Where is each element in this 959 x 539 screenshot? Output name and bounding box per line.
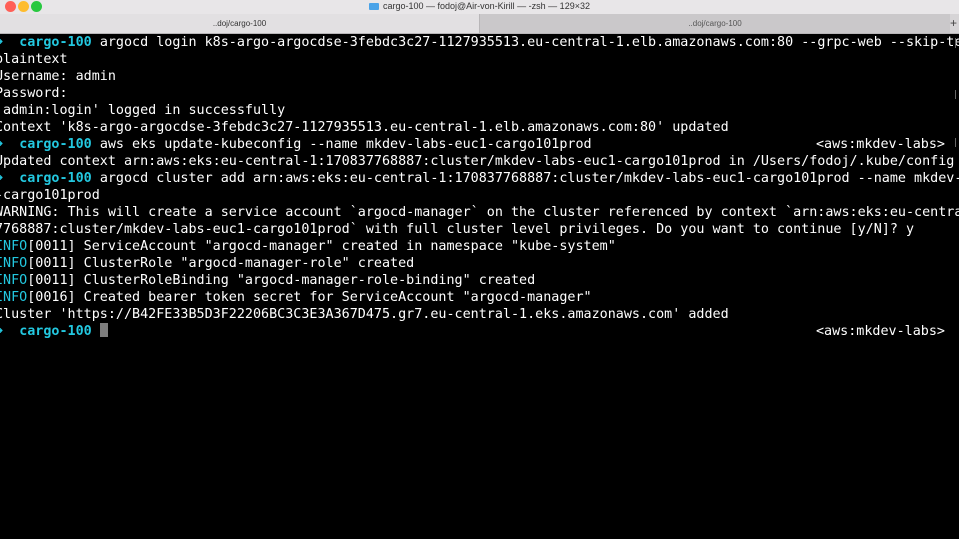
log-text: [0011] ClusterRole "argocd-manager-role"… bbox=[27, 256, 415, 271]
right-prompt: <aws:mkdev-labs> bbox=[816, 137, 945, 152]
terminal-line: WARNING: This will create a service acco… bbox=[0, 205, 959, 220]
terminal-line: 'admin:login' logged in successfully bbox=[0, 103, 286, 118]
info-tag: INFO bbox=[0, 273, 28, 288]
command-text: argocd cluster add arn:aws:eks:eu-centra… bbox=[99, 171, 959, 186]
terminal-line: ➜ cargo-100 bbox=[0, 323, 108, 340]
prompt-arrow-icon: ➜ bbox=[0, 137, 3, 152]
scroll-marker bbox=[955, 90, 956, 99]
tab-2[interactable]: ..doj/cargo-100 bbox=[479, 14, 950, 33]
terminal-output[interactable]: ➜ cargo-100 argocd login k8s-argo-argocd… bbox=[0, 34, 959, 539]
terminal-line: ➜ cargo-100 argocd cluster add arn:aws:e… bbox=[0, 170, 959, 187]
prompt-arrow-icon: ➜ bbox=[0, 171, 3, 186]
scroll-marker bbox=[955, 38, 956, 48]
folder-icon bbox=[369, 3, 379, 10]
terminal-line: Username: admin bbox=[0, 69, 116, 84]
window-title: cargo-100 — fodoj@Air-von-Kirill — -zsh … bbox=[383, 1, 590, 11]
window-title-container: cargo-100 — fodoj@Air-von-Kirill — -zsh … bbox=[0, 0, 959, 14]
right-prompt: <aws:mkdev-labs> bbox=[816, 324, 945, 339]
tab-bar: ..doj/cargo-100 ..doj/cargo-100 + bbox=[0, 14, 959, 34]
log-text: [0011] ClusterRoleBinding "argocd-manage… bbox=[27, 273, 536, 288]
terminal-line: Password: bbox=[0, 86, 68, 101]
info-tag: INFO bbox=[0, 256, 28, 271]
terminal-line: 7768887:cluster/mkdev-labs-euc1-cargo101… bbox=[0, 222, 915, 237]
terminal-line: Cluster 'https://B42FE33B5D3F22206BC3C3E… bbox=[0, 307, 729, 322]
terminal-line: Updated context arn:aws:eks:eu-central-1… bbox=[0, 154, 955, 169]
terminal-line: ➜ cargo-100 argocd login k8s-argo-argocd… bbox=[0, 34, 959, 51]
terminal-line: Context 'k8s-argo-argocdse-3febdc3c27-11… bbox=[0, 120, 729, 135]
terminal-line: INFO[0011] ServiceAccount "argocd-manage… bbox=[0, 238, 616, 255]
prompt-directory: cargo-100 bbox=[19, 324, 92, 339]
prompt-directory: cargo-100 bbox=[19, 137, 92, 152]
info-tag: INFO bbox=[0, 290, 28, 305]
prompt-arrow-icon: ➜ bbox=[0, 35, 3, 50]
log-text: [0016] Created bearer token secret for S… bbox=[27, 290, 592, 305]
prompt-directory: cargo-100 bbox=[19, 35, 92, 50]
scroll-marker bbox=[955, 138, 956, 147]
text-cursor bbox=[99, 323, 108, 337]
terminal-line: -cargo101prod bbox=[0, 188, 100, 203]
terminal-line: INFO[0011] ClusterRoleBinding "argocd-ma… bbox=[0, 272, 535, 289]
info-tag: INFO bbox=[0, 239, 28, 254]
terminal-line: INFO[0011] ClusterRole "argocd-manager-r… bbox=[0, 255, 414, 272]
prompt-directory: cargo-100 bbox=[19, 171, 92, 186]
terminal-line: plaintext bbox=[0, 52, 68, 67]
new-tab-button[interactable]: + bbox=[950, 14, 957, 33]
prompt-arrow-icon: ➜ bbox=[0, 324, 3, 339]
log-text: [0011] ServiceAccount "argocd-manager" c… bbox=[27, 239, 616, 254]
window-titlebar: cargo-100 — fodoj@Air-von-Kirill — -zsh … bbox=[0, 0, 959, 14]
terminal-line: ➜ cargo-100 aws eks update-kubeconfig --… bbox=[0, 136, 592, 153]
command-text: argocd login k8s-argo-argocdse-3febdc3c2… bbox=[99, 35, 959, 50]
command-text: aws eks update-kubeconfig --name mkdev-l… bbox=[99, 137, 592, 152]
tab-1[interactable]: ..doj/cargo-100 bbox=[0, 14, 479, 33]
terminal-line: INFO[0016] Created bearer token secret f… bbox=[0, 289, 592, 306]
